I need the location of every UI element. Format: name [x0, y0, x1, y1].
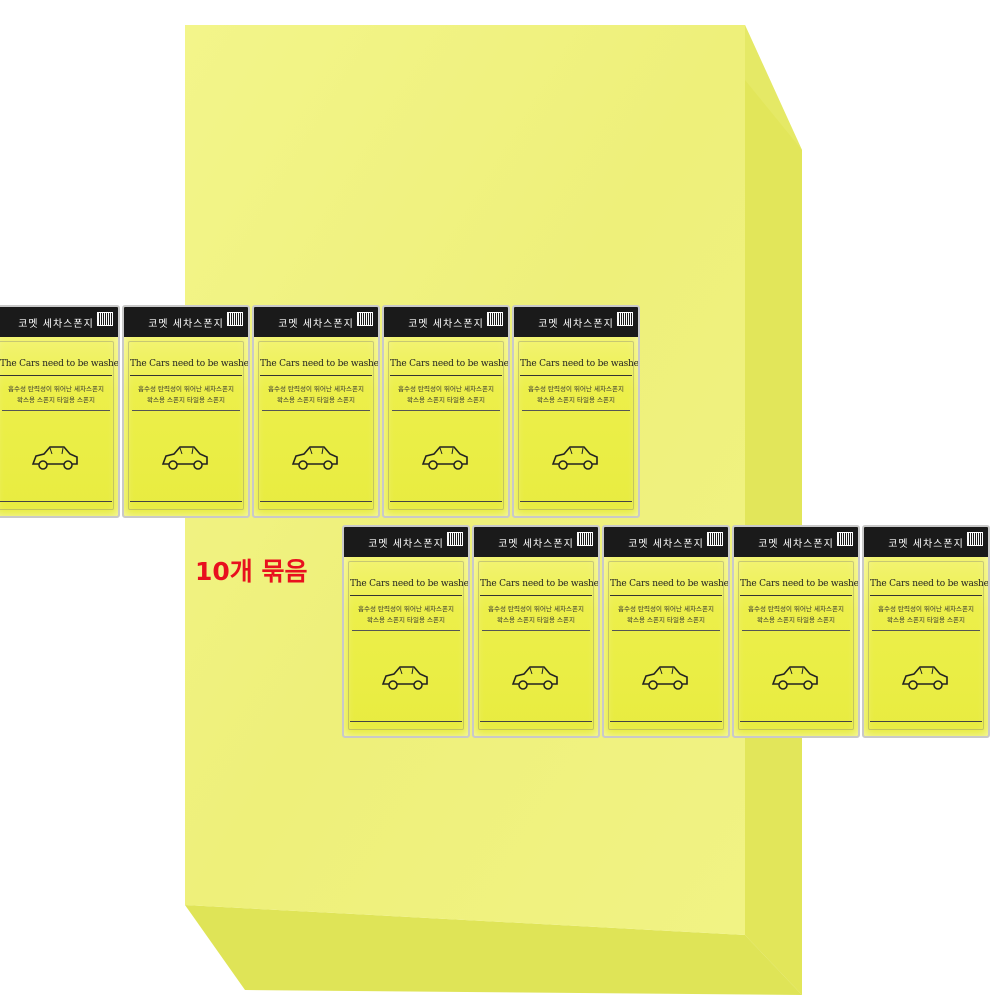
pack-description: 흡수성 탄력성이 뛰어난 세차스폰지 왁스용 스폰지 타일용 스폰지 — [132, 384, 240, 411]
pack-slogan: The Cars need to be washed — [740, 579, 858, 596]
barcode-icon — [707, 532, 723, 546]
pack-description: 흡수성 탄력성이 뛰어난 세차스폰지 왁스용 스폰지 타일용 스폰지 — [872, 604, 980, 631]
barcode-icon — [577, 532, 593, 546]
pack-brand: 코멧 세차스폰지 — [538, 318, 614, 330]
pack-brand: 코멧 세차스폰지 — [628, 538, 704, 550]
barcode-icon — [837, 532, 853, 546]
pack-divider — [740, 721, 852, 722]
sponge-pack: 코멧 세차스폰지 The Cars need to be washed 흡수성 … — [732, 525, 860, 738]
pack-brand: 코멧 세차스폰지 — [18, 318, 94, 330]
car-icon — [901, 666, 948, 690]
pack-divider — [130, 501, 242, 502]
pack-brand: 코멧 세차스폰지 — [758, 538, 834, 550]
barcode-icon — [617, 312, 633, 326]
pack-divider — [350, 721, 462, 722]
sponge-pack: 코멧 세차스폰지 The Cars need to be washed 흡수성 … — [512, 305, 640, 518]
sponge-pack: 코멧 세차스폰지 The Cars need to be washed 흡수성 … — [122, 305, 250, 518]
sponge-pack: 코멧 세차스폰지 The Cars need to be washed 흡수성 … — [472, 525, 600, 738]
pack-brand: 코멧 세차스폰지 — [888, 538, 964, 550]
pack-row-top: 코멧 세차스폰지 The Cars need to be washed 흡수성 … — [0, 305, 642, 518]
pack-description: 흡수성 탄력성이 뛰어난 세차스폰지 왁스용 스폰지 타일용 스폰지 — [2, 384, 110, 411]
pack-description: 흡수성 탄력성이 뛰어난 세차스폰지 왁스용 스폰지 타일용 스폰지 — [742, 604, 850, 631]
pack-description: 흡수성 탄력성이 뛰어난 세차스폰지 왁스용 스폰지 타일용 스폰지 — [612, 604, 720, 631]
car-icon — [161, 446, 208, 470]
pack-slogan: The Cars need to be washed — [260, 359, 378, 376]
pack-slogan: The Cars need to be washed — [0, 359, 118, 376]
sponge-pack: 코멧 세차스폰지 The Cars need to be washed 흡수성 … — [602, 525, 730, 738]
pack-slogan: The Cars need to be washed — [610, 579, 728, 596]
barcode-icon — [227, 312, 243, 326]
barcode-icon — [357, 312, 373, 326]
pack-description: 흡수성 탄력성이 뛰어난 세차스폰지 왁스용 스폰지 타일용 스폰지 — [482, 604, 590, 631]
sponge-pack: 코멧 세차스폰지 The Cars need to be washed 흡수성 … — [342, 525, 470, 738]
pack-description: 흡수성 탄력성이 뛰어난 세차스폰지 왁스용 스폰지 타일용 스폰지 — [352, 604, 460, 631]
car-icon — [641, 666, 688, 690]
pack-divider — [390, 501, 502, 502]
bundle-count-label: 10개 묶음 — [195, 557, 308, 586]
pack-description: 흡수성 탄력성이 뛰어난 세차스폰지 왁스용 스폰지 타일용 스폰지 — [392, 384, 500, 411]
car-icon — [551, 446, 598, 470]
car-icon — [291, 446, 338, 470]
pack-slogan: The Cars need to be washed — [390, 359, 508, 376]
barcode-icon — [967, 532, 983, 546]
barcode-icon — [487, 312, 503, 326]
pack-divider — [520, 501, 632, 502]
pack-divider — [0, 501, 112, 502]
sponge-pack: 코멧 세차스폰지 The Cars need to be washed 흡수성 … — [862, 525, 990, 738]
pack-slogan: The Cars need to be washed — [870, 579, 988, 596]
sponge-side-face — [745, 25, 802, 995]
pack-divider — [260, 501, 372, 502]
car-icon — [511, 666, 558, 690]
pack-slogan: The Cars need to be washed — [350, 579, 468, 596]
pack-slogan: The Cars need to be washed — [480, 579, 598, 596]
pack-brand: 코멧 세차스폰지 — [408, 318, 484, 330]
pack-slogan: The Cars need to be washed — [130, 359, 248, 376]
car-icon — [771, 666, 818, 690]
pack-description: 흡수성 탄력성이 뛰어난 세차스폰지 왁스용 스폰지 타일용 스폰지 — [522, 384, 630, 411]
pack-divider — [480, 721, 592, 722]
pack-brand: 코멧 세차스폰지 — [498, 538, 574, 550]
sponge-pack: 코멧 세차스폰지 The Cars need to be washed 흡수성 … — [382, 305, 510, 518]
pack-brand: 코멧 세차스폰지 — [278, 318, 354, 330]
pack-divider — [870, 721, 982, 722]
sponge-pack: 코멧 세차스폰지 The Cars need to be washed 흡수성 … — [252, 305, 380, 518]
pack-row-bottom: 코멧 세차스폰지 The Cars need to be washed 흡수성 … — [342, 525, 992, 738]
pack-brand: 코멧 세차스폰지 — [148, 318, 224, 330]
pack-divider — [610, 721, 722, 722]
barcode-icon — [97, 312, 113, 326]
pack-slogan: The Cars need to be washed — [520, 359, 638, 376]
pack-brand: 코멧 세차스폰지 — [368, 538, 444, 550]
sponge-pack: 코멧 세차스폰지 The Cars need to be washed 흡수성 … — [0, 305, 120, 518]
pack-description: 흡수성 탄력성이 뛰어난 세차스폰지 왁스용 스폰지 타일용 스폰지 — [262, 384, 370, 411]
car-icon — [381, 666, 428, 690]
car-icon — [31, 446, 78, 470]
car-icon — [421, 446, 468, 470]
barcode-icon — [447, 532, 463, 546]
